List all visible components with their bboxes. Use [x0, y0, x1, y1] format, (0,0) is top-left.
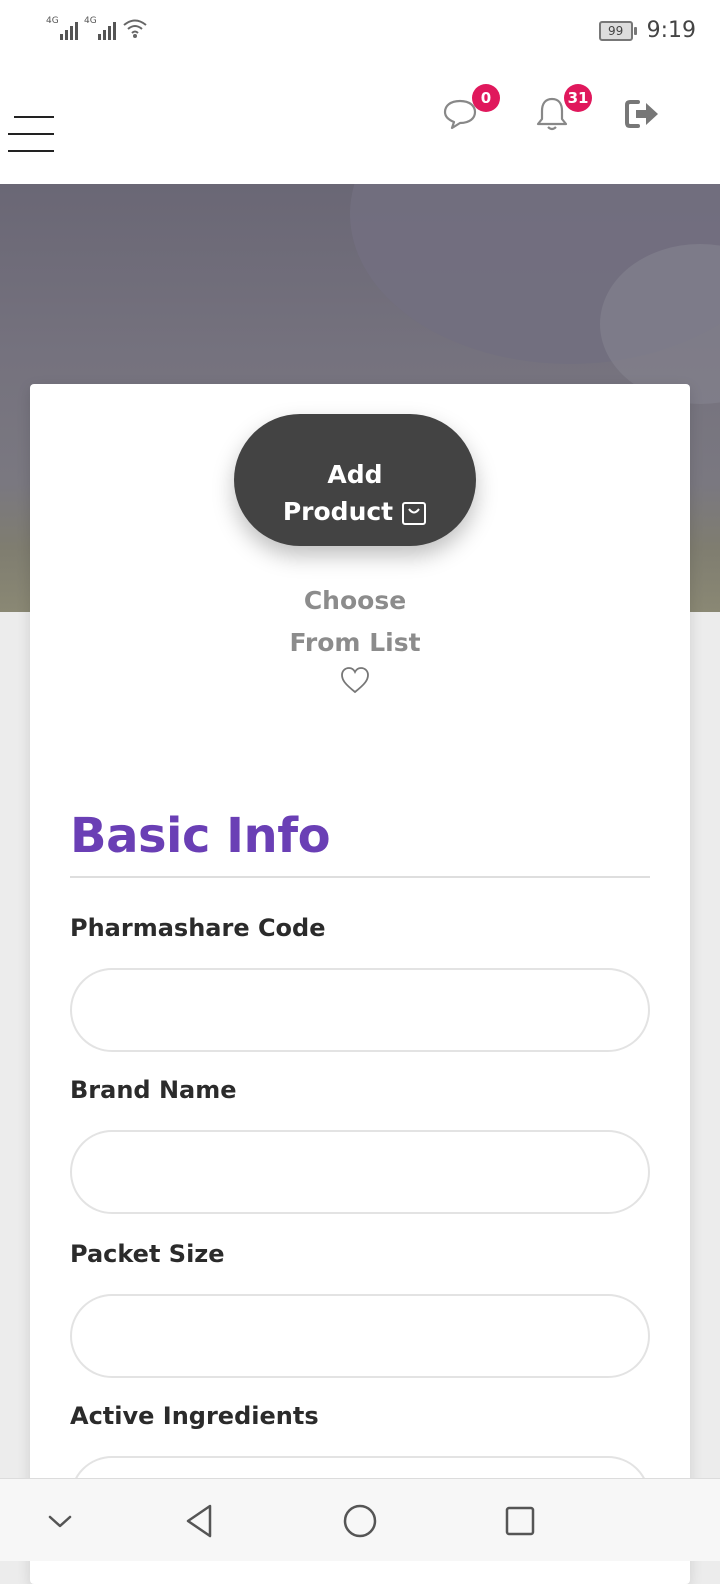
chat-count-badge: 0 — [472, 84, 500, 112]
section-title: Basic Info — [70, 808, 331, 864]
brand-name-label: Brand Name — [70, 1076, 237, 1104]
system-navigation-bar — [0, 1478, 720, 1561]
add-product-button[interactable]: Add Product — [234, 414, 476, 546]
back-button[interactable] — [178, 1499, 222, 1543]
pharmashare-code-label: Pharmashare Code — [70, 914, 326, 942]
active-ingredients-label: Active Ingredients — [70, 1402, 319, 1430]
recents-button[interactable] — [498, 1499, 542, 1543]
logout-icon — [625, 100, 658, 128]
home-button[interactable] — [338, 1499, 382, 1543]
app-header: 0 31 — [0, 60, 720, 184]
heart-icon — [341, 667, 369, 694]
chevron-down-icon — [48, 1515, 72, 1528]
choose-label-line2: From List — [289, 628, 421, 657]
packet-size-input[interactable] — [70, 1294, 650, 1378]
signal-icon: 4G — [84, 16, 116, 40]
clock: 9:19 — [646, 18, 696, 43]
back-triangle-icon — [186, 1504, 212, 1538]
packet-size-label: Packet Size — [70, 1240, 225, 1268]
chat-button[interactable]: 0 — [440, 84, 500, 138]
shopping-bag-icon — [402, 501, 427, 525]
section-divider — [70, 876, 650, 878]
hamburger-icon[interactable] — [8, 116, 54, 152]
logout-button[interactable] — [622, 94, 666, 138]
brand-name-input[interactable] — [70, 1130, 650, 1214]
add-product-label-line1: Add — [327, 460, 383, 489]
add-product-label-line2: Product — [282, 497, 394, 526]
collapse-button[interactable] — [38, 1499, 82, 1543]
status-bar: 4G 4G 99 9:19 — [0, 0, 720, 60]
pharmashare-code-input[interactable] — [70, 968, 650, 1052]
wifi-icon — [123, 19, 147, 38]
choose-from-list-link[interactable]: Choose From List — [230, 580, 480, 707]
signal-icon: 4G — [46, 16, 78, 40]
network-type: 4G — [46, 16, 59, 26]
recents-square-icon — [505, 1506, 535, 1536]
status-icons-right: 99 9:19 — [598, 18, 696, 43]
add-product-card: Add Product Choose From List Basic Info … — [30, 384, 690, 1584]
network-type: 4G — [84, 16, 97, 26]
notifications-button[interactable]: 31 — [532, 84, 592, 138]
home-circle-icon — [343, 1504, 377, 1538]
status-icons-left: 4G 4G — [46, 16, 148, 40]
battery-icon: 99 — [598, 20, 637, 41]
choose-label-line1: Choose — [303, 586, 407, 615]
notification-count-badge: 31 — [564, 84, 592, 112]
